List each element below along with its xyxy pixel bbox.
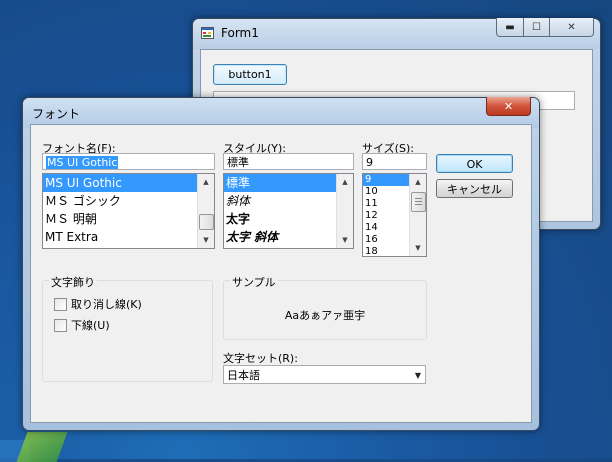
dropdown-arrow-icon[interactable]: ▼	[415, 366, 421, 385]
font-list-item[interactable]: MS UI Gothic	[43, 174, 214, 192]
scroll-up-icon[interactable]: ▲	[198, 174, 214, 190]
font-name-scrollbar[interactable]: ▲ ▼	[197, 174, 214, 248]
form1-titlebar[interactable]: Form1 ▬ ☐ ✕	[193, 18, 600, 49]
close-icon: ✕	[503, 99, 514, 113]
ok-button[interactable]: OK	[436, 154, 513, 173]
sample-preview-text: Aaあぁアァ亜宇	[284, 309, 366, 322]
style-scrollbar[interactable]: ▲ ▼	[336, 174, 353, 248]
size-scrollbar[interactable]: ▲ ▼	[409, 174, 426, 256]
style-input[interactable]: 標準	[223, 153, 354, 170]
font-dialog-close-button[interactable]: ✕	[486, 97, 531, 116]
style-list-item[interactable]: 太字 斜体	[224, 228, 353, 246]
scroll-down-icon[interactable]: ▼	[198, 232, 214, 248]
font-name-list[interactable]: MS UI Gothic ＭＳ ゴシック ＭＳ 明朝 MT Extra ▲ ▼	[42, 173, 215, 249]
font-name-input[interactable]: MS UI Gothic	[42, 153, 215, 170]
effects-caption: 文字飾り	[49, 274, 97, 290]
sample-group: サンプル Aaあぁアァ亜宇	[223, 274, 427, 340]
minimize-button[interactable]: ▬	[496, 18, 524, 37]
maximize-button[interactable]: ☐	[524, 18, 550, 37]
style-list-item[interactable]: 太字	[224, 210, 353, 228]
charset-value: 日本語	[227, 369, 260, 382]
cancel-button[interactable]: キャンセル	[436, 179, 513, 198]
charset-label: 文字セット(R):	[223, 352, 298, 365]
font-list-item[interactable]: ＭＳ ゴシック	[43, 192, 214, 210]
underline-checkbox[interactable]: 下線(U)	[54, 317, 110, 333]
style-list[interactable]: 標準 斜体 太字 太字 斜体 ▲ ▼	[223, 173, 354, 249]
scroll-thumb[interactable]	[411, 192, 426, 212]
scroll-thumb[interactable]	[199, 214, 214, 230]
scroll-up-icon[interactable]: ▲	[337, 174, 353, 190]
font-name-value: MS UI Gothic	[46, 156, 119, 169]
sample-caption: サンプル	[230, 274, 278, 290]
size-list[interactable]: 9 10 11 12 14 16 18 ▲ ▼	[362, 173, 427, 257]
font-list-item[interactable]: MT Extra	[43, 228, 214, 246]
maximize-icon: ☐	[532, 21, 541, 33]
button1[interactable]: button1	[213, 64, 287, 85]
font-dialog-title: フォント	[32, 107, 81, 121]
minimize-icon: ▬	[505, 21, 515, 33]
strikeout-label: 取り消し線(K)	[71, 298, 142, 311]
desktop-decoration-leaf	[16, 432, 68, 462]
scroll-down-icon[interactable]: ▼	[337, 232, 353, 248]
font-dialog-client-area: フォント名(F): MS UI Gothic MS UI Gothic ＭＳ ゴシ…	[30, 124, 532, 423]
effects-group: 文字飾り 取り消し線(K) 下線(U)	[42, 274, 213, 382]
charset-select[interactable]: 日本語 ▼	[223, 365, 426, 384]
form-app-icon	[201, 27, 214, 39]
font-list-item[interactable]: ＭＳ 明朝	[43, 210, 214, 228]
style-list-item[interactable]: 斜体	[224, 192, 353, 210]
checkbox-box[interactable]	[54, 318, 67, 332]
strikeout-checkbox[interactable]: 取り消し線(K)	[54, 296, 142, 312]
style-list-item[interactable]: 標準	[224, 174, 353, 192]
checkbox-box[interactable]	[54, 297, 67, 311]
form1-close-button[interactable]: ✕	[550, 18, 594, 37]
scroll-down-icon[interactable]: ▼	[410, 240, 426, 256]
font-dialog: フォント ✕ フォント名(F): MS UI Gothic MS UI Goth…	[22, 97, 540, 431]
form1-title: Form1	[221, 26, 259, 40]
scroll-up-icon[interactable]: ▲	[410, 174, 426, 190]
size-input[interactable]: 9	[362, 153, 427, 170]
close-icon: ✕	[567, 21, 576, 33]
underline-label: 下線(U)	[71, 319, 110, 332]
